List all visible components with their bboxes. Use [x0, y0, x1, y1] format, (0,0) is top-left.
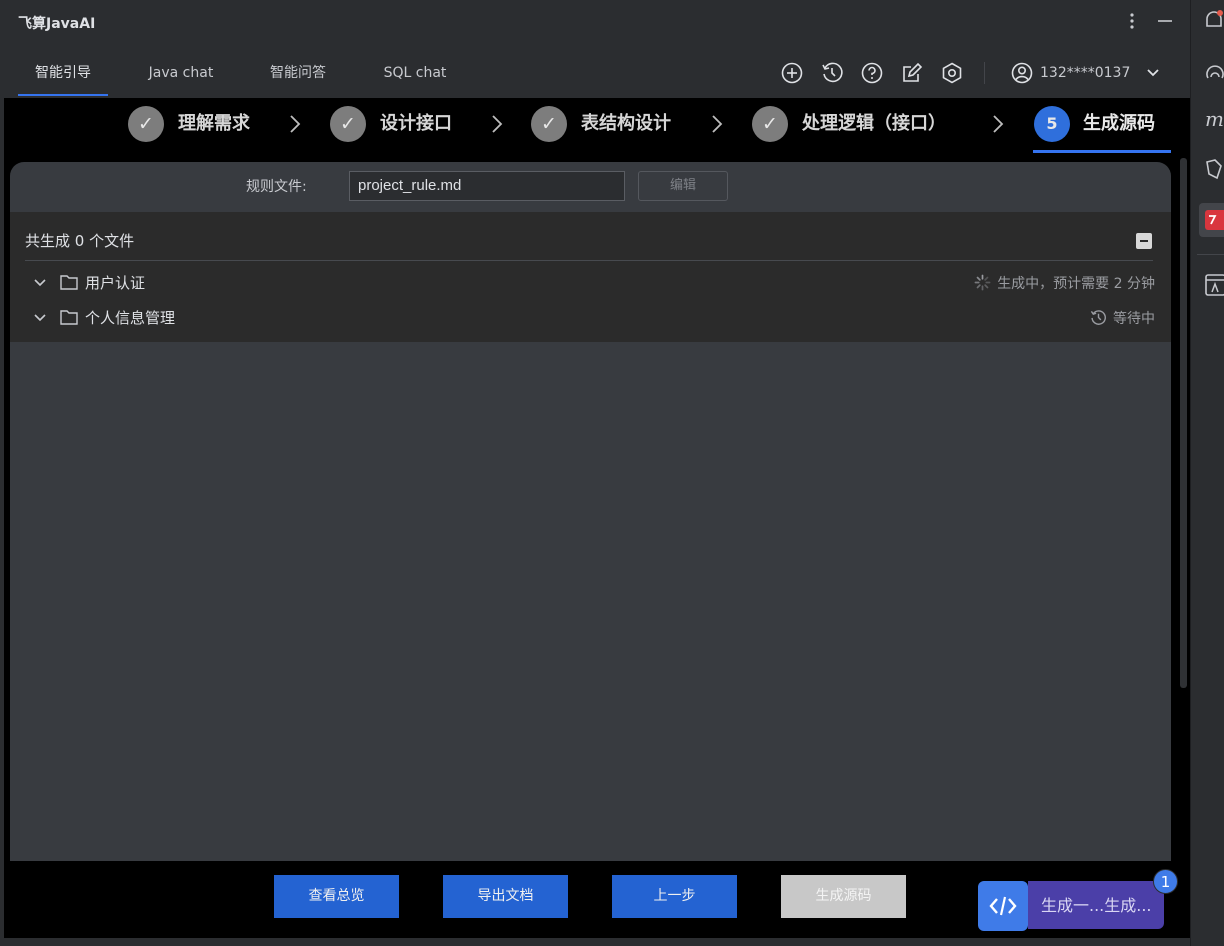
maven-icon[interactable]: m: [1203, 106, 1224, 132]
history-icon[interactable]: [821, 62, 843, 84]
step-indicator: ✓ 理解需求 ✓ 设计接口 ✓ 表结构设计 ✓ 处理逻辑（接口） 5 生成源码: [4, 98, 1190, 156]
export-document-button[interactable]: 导出文档: [443, 875, 568, 918]
tree-item-user-auth[interactable]: 用户认证 生成中，预计需要 2 分钟: [25, 268, 1155, 298]
tree-item-status: 等待中: [1090, 308, 1155, 328]
task-count-badge: 1: [1153, 869, 1178, 894]
tree-item-label: 用户认证: [85, 274, 146, 292]
step-chevron-icon: [712, 115, 723, 133]
main-panel: 规则文件: project_rule.md 编辑 共生成 0 个文件 用户认证: [4, 156, 1190, 866]
previous-step-button[interactable]: 上一步: [612, 875, 737, 918]
chevron-down-icon[interactable]: [1145, 65, 1161, 81]
step-2-check-icon: ✓: [330, 106, 366, 142]
help-icon[interactable]: [861, 62, 883, 84]
add-circle-icon[interactable]: [781, 62, 803, 84]
step-chevron-icon: [993, 115, 1004, 133]
toolbar-divider: [1197, 254, 1224, 255]
tab-java-chat[interactable]: Java chat: [138, 52, 224, 96]
svg-text:m: m: [1205, 107, 1224, 131]
notification-bell-icon[interactable]: [1203, 8, 1224, 34]
side-tool-strip: m: [1190, 0, 1224, 946]
status-text: 生成中，预计需要 2 分钟: [997, 276, 1155, 292]
step-2-label[interactable]: 设计接口: [380, 108, 452, 140]
file-count-summary: 共生成 0 个文件: [25, 232, 135, 250]
collapse-all-icon[interactable]: [1135, 232, 1153, 250]
spinner-icon: [974, 274, 991, 291]
step-5-number: 5: [1034, 106, 1070, 142]
feisuan-logo-icon[interactable]: [1203, 207, 1224, 233]
tab-sql-chat[interactable]: SQL chat: [374, 52, 456, 96]
status-strip: [0, 938, 1190, 946]
tab-smart-qa[interactable]: 智能问答: [258, 52, 338, 96]
minimize-icon[interactable]: [1156, 10, 1174, 32]
step-chevron-icon: [290, 115, 301, 133]
rule-file-input[interactable]: project_rule.md: [349, 171, 625, 201]
step-1-label[interactable]: 理解需求: [178, 108, 250, 140]
edit-button[interactable]: 编辑: [638, 171, 728, 201]
chevron-down-icon[interactable]: [33, 311, 47, 325]
code-icon[interactable]: [978, 881, 1028, 931]
current-step-underline: [1033, 150, 1171, 153]
step-4-label[interactable]: 处理逻辑（接口）: [802, 108, 946, 140]
translate-icon[interactable]: [1203, 272, 1224, 298]
user-phone[interactable]: 132****0137: [1040, 52, 1130, 96]
generate-source-button[interactable]: 生成源码: [781, 875, 906, 918]
app-window: 飞算JavaAI 智能引导 Java chat 智能问答 SQL chat 13…: [0, 0, 1224, 946]
step-5-label[interactable]: 生成源码: [1083, 108, 1155, 140]
scrollbar[interactable]: [1180, 158, 1187, 688]
view-overview-button[interactable]: 查看总览: [274, 875, 399, 918]
settings-icon[interactable]: [941, 62, 963, 84]
plugin-icon[interactable]: [1203, 156, 1224, 182]
file-list-panel: 共生成 0 个文件 用户认证 生成中，预计需要 2 分钟 个人信息管理 等待中: [10, 212, 1171, 342]
ai-assistant-icon[interactable]: [1203, 58, 1224, 84]
more-options-icon[interactable]: [1124, 10, 1140, 32]
tree-item-status: 生成中，预计需要 2 分钟: [974, 273, 1155, 293]
step-3-check-icon: ✓: [531, 106, 567, 142]
toolbar-divider: [984, 62, 985, 84]
rule-file-label: 规则文件:: [246, 179, 307, 195]
divider: [25, 260, 1153, 261]
task-progress-label[interactable]: 生成一...生成...: [1028, 881, 1164, 929]
user-avatar-icon[interactable]: [1011, 62, 1033, 84]
app-title: 飞算JavaAI: [18, 16, 96, 32]
title-bar: 飞算JavaAI: [0, 0, 1190, 44]
folder-icon: [60, 275, 78, 290]
tab-bar: 智能引导 Java chat 智能问答 SQL chat 132****0137: [0, 52, 1190, 98]
floating-task-widget[interactable]: 生成一...生成... 1: [978, 869, 1188, 932]
tree-item-profile-management[interactable]: 个人信息管理 等待中: [25, 303, 1155, 333]
step-4-check-icon: ✓: [752, 106, 788, 142]
clock-icon: [1090, 310, 1106, 325]
step-chevron-icon: [492, 115, 503, 133]
step-3-label[interactable]: 表结构设计: [581, 108, 671, 140]
edit-icon[interactable]: [901, 62, 923, 84]
tree-item-label: 个人信息管理: [85, 309, 176, 327]
folder-icon: [60, 310, 78, 325]
chevron-down-icon[interactable]: [33, 276, 47, 290]
tab-smart-guide[interactable]: 智能引导: [18, 52, 108, 96]
content-card: 规则文件: project_rule.md 编辑 共生成 0 个文件 用户认证: [10, 162, 1171, 866]
step-1-check-icon: ✓: [128, 106, 164, 142]
code-brackets-icon: [989, 896, 1017, 916]
status-text: 等待中: [1113, 311, 1155, 327]
